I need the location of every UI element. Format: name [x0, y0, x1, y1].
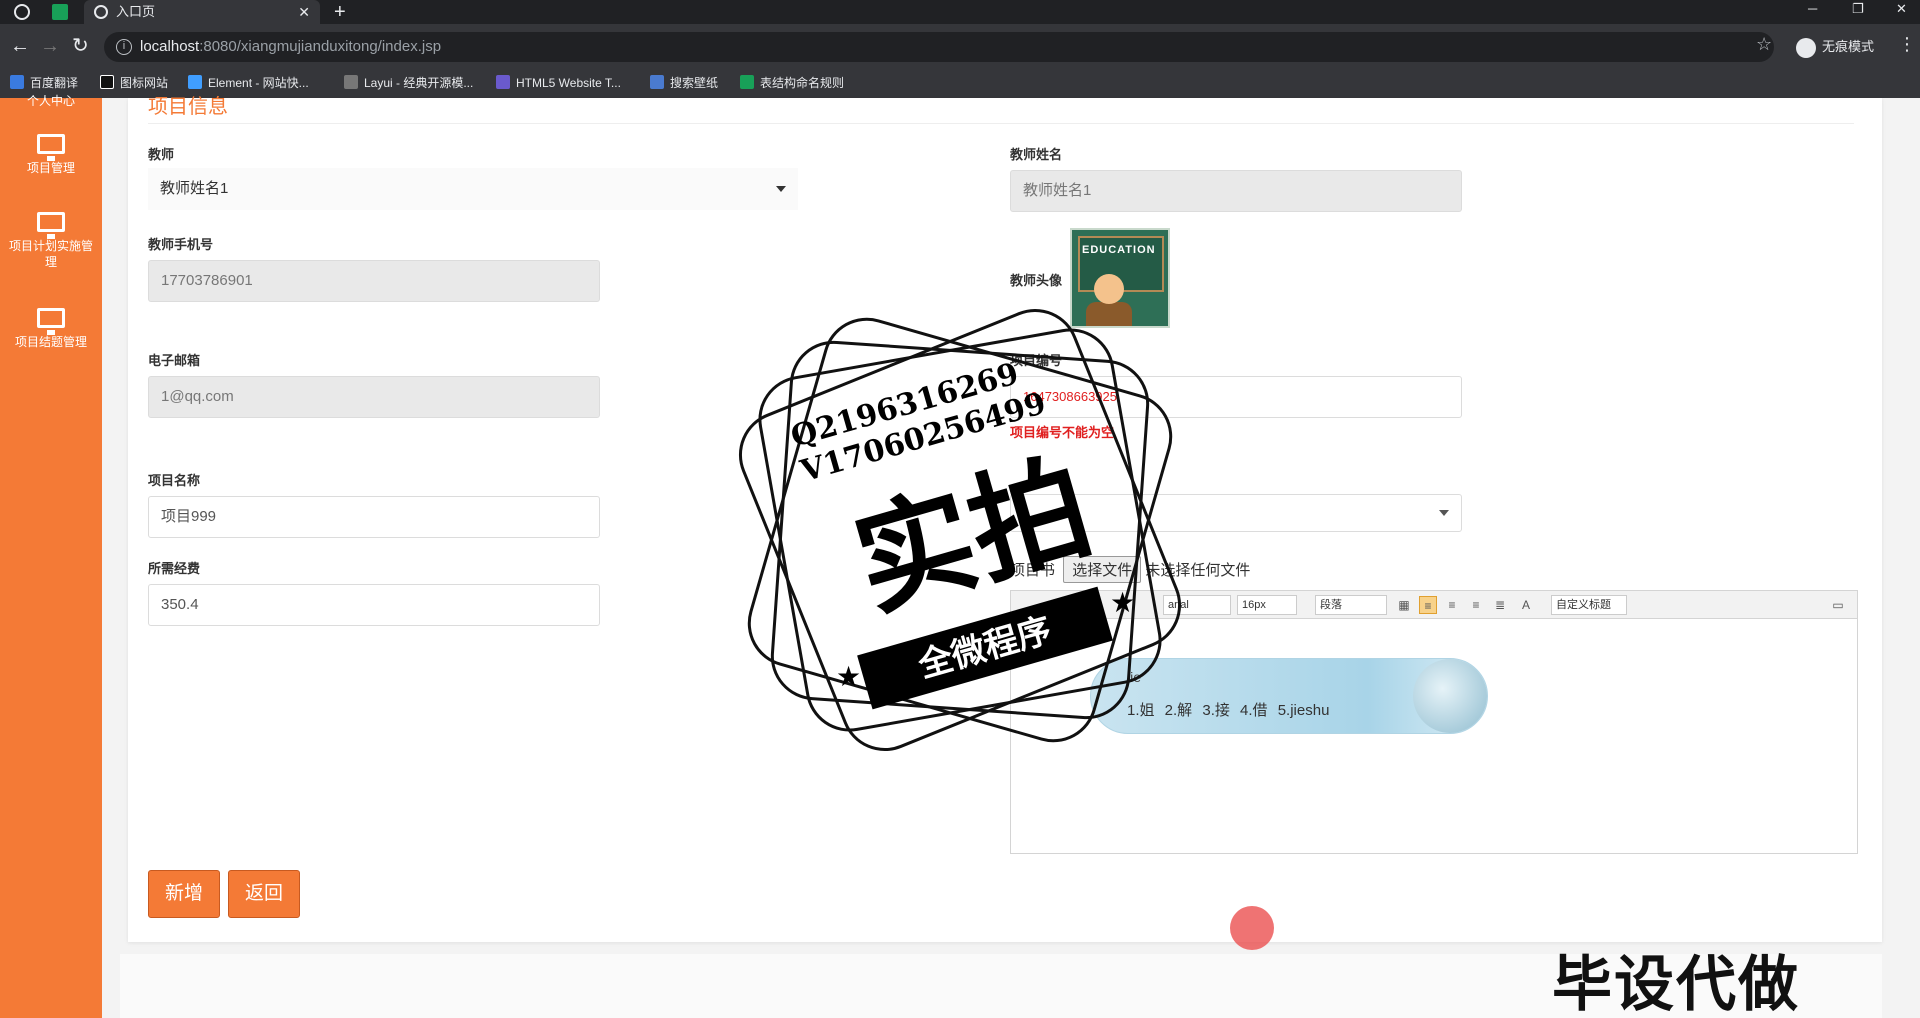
sidebar-item-label: 项目结题管理 — [14, 335, 87, 349]
url-host: localhost — [140, 38, 200, 55]
url-input[interactable]: i localhost:8080/xiangmujianduxitong/ind… — [104, 32, 1774, 62]
font-size-select[interactable]: 16px — [1237, 595, 1297, 615]
tab-title: 入口页 — [116, 4, 156, 19]
project-name-field[interactable]: 项目999 — [148, 496, 600, 538]
ime-logo-icon — [1413, 659, 1487, 733]
wallpaper-icon — [650, 75, 664, 89]
incognito-indicator[interactable]: 无痕模式 — [1796, 36, 1874, 58]
layui-icon — [344, 75, 358, 89]
align-right-icon[interactable]: ≡ — [1443, 596, 1461, 614]
bookmark-label: Element - 网站快... — [208, 76, 309, 90]
sidebar-item-projects[interactable]: 项目管理 — [0, 134, 102, 176]
bookmark-label: 图标网站 — [120, 76, 169, 90]
sheet-icon — [740, 75, 754, 89]
bookmark-label: Layui - 经典开源模... — [364, 76, 474, 90]
teacher-phone-label: 教师手机号 — [148, 237, 214, 252]
teacher-name-field[interactable]: 教师姓名1 — [1010, 170, 1462, 212]
restore-icon[interactable]: ❐ — [1852, 0, 1864, 18]
watermark-stamp: Q2196316269 V17060256499 实拍 全微程序 ★ ★ — [720, 290, 1200, 770]
forward-icon[interactable]: → — [40, 34, 60, 58]
align-center-icon[interactable]: ≡ — [1467, 596, 1485, 614]
bookmark-item[interactable]: 搜索壁纸 — [650, 68, 718, 98]
fullscreen-icon[interactable]: ▭ — [1829, 596, 1847, 614]
back-icon[interactable]: ← — [10, 34, 30, 58]
teacher-label: 教师 — [148, 147, 175, 162]
new-tab-button[interactable]: + — [334, 0, 346, 24]
teacher-select-value: 教师姓名1 — [160, 180, 229, 197]
monitor-icon — [37, 212, 65, 239]
teacher-name-label: 教师姓名 — [1010, 147, 1063, 162]
html5-icon — [496, 75, 510, 89]
element-icon — [188, 75, 202, 89]
translate-icon — [10, 75, 24, 89]
caret-down-icon — [776, 186, 786, 192]
budget-field[interactable]: 350.4 — [148, 584, 600, 626]
add-button[interactable]: 新增 — [148, 870, 221, 918]
close-window-icon[interactable]: ✕ — [1896, 0, 1907, 18]
browser-tabbar: 入口页 ✕ + ─ ❐ ✕ — [0, 0, 1920, 24]
reload-icon[interactable]: ↻ — [72, 34, 89, 58]
flag-icon — [100, 75, 114, 89]
paragraph-select[interactable]: 段落 — [1315, 595, 1387, 615]
globe-icon[interactable] — [14, 4, 30, 20]
sidebar-item-plan[interactable]: 项目计划实施管理 — [0, 212, 102, 270]
active-tab[interactable]: 入口页 ✕ — [84, 0, 320, 24]
align-justify-icon[interactable]: ≣ — [1491, 596, 1509, 614]
bookmark-label: 表结构命名规则 — [760, 76, 845, 90]
incognito-label: 无痕模式 — [1822, 39, 1875, 54]
font-color-icon[interactable]: A — [1517, 596, 1535, 614]
avatar-text: EDUCATION — [1082, 244, 1156, 256]
budget-label: 所需经费 — [148, 561, 201, 576]
chevron-down-icon — [1439, 510, 1449, 516]
bookmark-label: 搜索壁纸 — [670, 76, 719, 90]
bookmarks-bar: 百度翻译 图标网站 Element - 网站快... Layui - 经典开源模… — [0, 68, 1920, 98]
align-left-icon[interactable]: ≡ — [1419, 596, 1437, 614]
info-icon[interactable]: i — [116, 39, 132, 55]
url-path: :8080/xiangmujianduxitong/index.jsp — [199, 38, 442, 55]
address-bar: ← → ↻ i localhost:8080/xiangmujianduxito… — [0, 24, 1920, 68]
sidebar: 个人中心 项目管理 项目计划实施管理 项目结题管理 — [0, 94, 102, 1018]
bookmark-item[interactable]: Layui - 经典开源模... — [344, 68, 473, 98]
section-title: 项目信息 — [148, 96, 228, 118]
back-button[interactable]: 返回 — [228, 870, 301, 918]
star-icon: ★ — [1110, 587, 1136, 618]
teacher-phone-field[interactable]: 17703786901 — [148, 260, 600, 302]
bookmark-label: 百度翻译 — [30, 76, 79, 90]
teacher-avatar-label: 教师头像 — [1010, 273, 1063, 288]
teacher-select[interactable]: 教师姓名1 — [148, 168, 798, 210]
email-label: 电子邮箱 — [148, 353, 201, 368]
email-field[interactable]: 1@qq.com — [148, 376, 600, 418]
monitor-icon — [37, 308, 65, 335]
globe-icon — [94, 5, 108, 19]
star-icon: ★ — [836, 661, 862, 692]
menu-icon[interactable]: ⋮ — [1898, 34, 1916, 55]
project-name-label: 项目名称 — [148, 473, 201, 488]
bookmark-label: HTML5 Website T... — [516, 76, 621, 90]
sidebar-item-profile[interactable]: 个人中心 — [0, 92, 102, 109]
custom-title-select[interactable]: 自定义标题 — [1551, 595, 1627, 615]
corner-watermark: 毕设代做 — [1552, 951, 1800, 1018]
table-icon[interactable]: ▦ — [1395, 596, 1413, 614]
incognito-icon — [1796, 37, 1816, 58]
sidebar-item-closure[interactable]: 项目结题管理 — [0, 308, 102, 350]
close-tab-icon[interactable]: ✕ — [298, 0, 310, 24]
sidebar-item-label: 项目计划实施管理 — [8, 239, 93, 269]
click-indicator — [1230, 906, 1274, 950]
bookmark-star-icon[interactable]: ☆ — [1756, 34, 1772, 55]
monitor-icon — [37, 134, 65, 161]
app-tab-icon[interactable] — [52, 4, 68, 20]
bookmark-item[interactable]: 表结构命名规则 — [740, 68, 844, 98]
divider — [148, 123, 1854, 124]
bookmark-item[interactable]: HTML5 Website T... — [496, 68, 621, 98]
sidebar-item-label: 项目管理 — [26, 161, 75, 175]
minimize-icon[interactable]: ─ — [1808, 0, 1817, 18]
